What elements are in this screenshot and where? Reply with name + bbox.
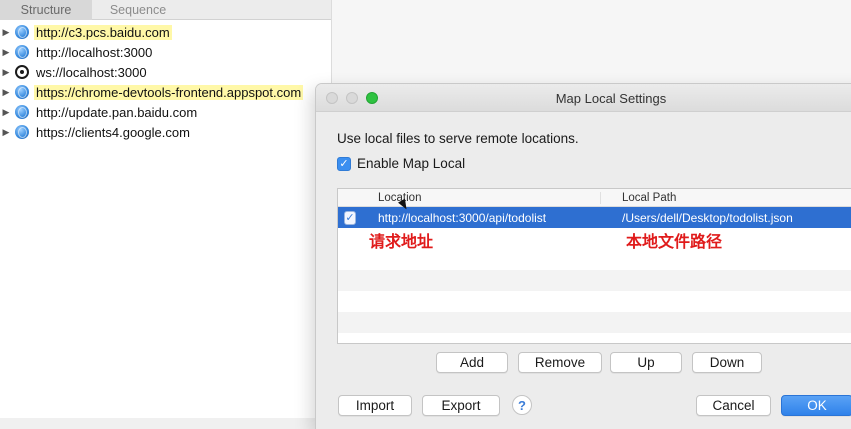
expand-arrow-icon[interactable]: ▶ — [0, 107, 12, 118]
remove-button[interactable]: Remove — [518, 352, 602, 373]
row-local-path: /Users/dell/Desktop/todolist.json — [622, 210, 793, 225]
help-button[interactable]: ? — [512, 395, 532, 415]
map-local-dialog: Map Local Settings Use local files to se… — [316, 84, 851, 429]
export-button[interactable]: Export — [422, 395, 500, 416]
host-row[interactable]: ▶ https://chrome-devtools-frontend.appsp… — [0, 82, 331, 102]
table-row[interactable]: ✓ http://localhost:3000/api/todolist /Us… — [338, 207, 851, 228]
host-label: https://chrome-devtools-frontend.appspot… — [34, 84, 304, 100]
enable-map-local-checkbox[interactable]: ✓ — [337, 156, 351, 171]
host-label: http://update.pan.baidu.com — [36, 104, 198, 120]
mapping-table: Location Local Path ✓ http://localhost:3… — [337, 188, 851, 344]
globe-icon — [15, 125, 29, 139]
move-down-button[interactable]: Down — [692, 352, 762, 373]
host-label: http://localhost:3000 — [36, 44, 153, 60]
enable-map-local-label: Enable Map Local — [357, 156, 466, 171]
expand-arrow-icon[interactable]: ▶ — [0, 47, 12, 58]
empty-row — [338, 291, 851, 312]
empty-row — [338, 270, 851, 291]
globe-icon — [15, 85, 29, 99]
view-tabs: Structure Sequence — [0, 0, 331, 20]
globe-icon — [15, 25, 29, 39]
host-row[interactable]: ▶ https://clients4.google.com — [0, 122, 331, 142]
annotation-location: 请求地址 — [369, 232, 434, 251]
expand-arrow-icon[interactable]: ▶ — [0, 127, 12, 138]
add-button[interactable]: Add — [436, 352, 508, 373]
expand-arrow-icon[interactable]: ▶ — [0, 67, 12, 78]
dialog-title: Map Local Settings — [555, 91, 667, 106]
host-row[interactable]: ▶ http://localhost:3000 — [0, 42, 331, 62]
table-header: Location Local Path — [338, 189, 851, 207]
move-up-button[interactable]: Up — [610, 352, 682, 373]
globe-icon — [15, 105, 29, 119]
row-location: http://localhost:3000/api/todolist — [378, 210, 547, 225]
host-row[interactable]: ▶ ws://localhost:3000 — [0, 62, 331, 82]
row-enable-checkbox[interactable]: ✓ — [344, 210, 356, 225]
host-label: https://clients4.google.com — [36, 124, 190, 140]
host-row[interactable]: ▶ http://update.pan.baidu.com — [0, 102, 331, 122]
host-tree: ▶ http://c3.pcs.baidu.com ▶ http://local… — [0, 20, 331, 142]
annotation-row: 请求地址 本地文件路径 — [338, 228, 851, 251]
tab-sequence[interactable]: Sequence — [92, 0, 184, 20]
dialog-titlebar[interactable]: Map Local Settings — [316, 84, 851, 112]
expand-arrow-icon[interactable]: ▶ — [0, 27, 12, 38]
globe-icon — [15, 45, 29, 59]
host-label: http://c3.pcs.baidu.com — [34, 24, 172, 40]
websocket-icon — [15, 65, 29, 79]
host-row[interactable]: ▶ http://c3.pcs.baidu.com — [0, 22, 331, 42]
import-button[interactable]: Import — [338, 395, 412, 416]
column-header-local-path[interactable]: Local Path — [601, 192, 676, 204]
annotation-local-path: 本地文件路径 — [626, 232, 723, 251]
enable-map-local-row[interactable]: ✓ Enable Map Local — [337, 156, 465, 171]
column-header-location[interactable]: Location — [358, 191, 601, 204]
cancel-button[interactable]: Cancel — [696, 395, 771, 416]
tab-structure[interactable]: Structure — [0, 0, 92, 20]
dialog-description: Use local files to serve remote location… — [337, 131, 579, 146]
row-enable-cell[interactable]: ✓ — [338, 210, 358, 225]
empty-row — [338, 249, 851, 270]
host-label: ws://localhost:3000 — [36, 64, 147, 80]
ok-button[interactable]: OK — [781, 395, 851, 416]
structure-panel: Structure Sequence ▶ http://c3.pcs.baidu… — [0, 0, 332, 418]
empty-row — [338, 312, 851, 333]
expand-arrow-icon[interactable]: ▶ — [0, 87, 12, 98]
